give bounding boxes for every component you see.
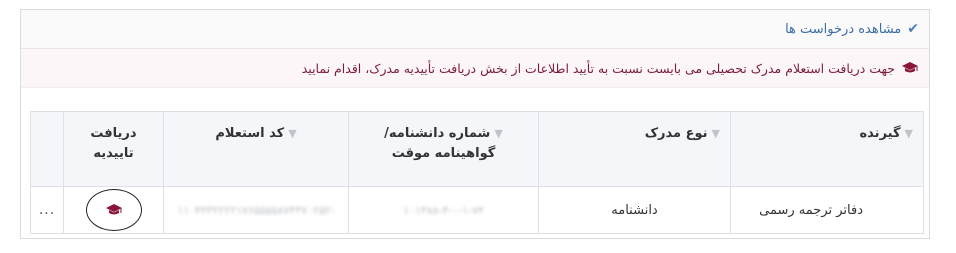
column-header-cert-number[interactable]: ▼شماره دانشنامه/گواهینامه موقت <box>348 111 539 187</box>
receive-confirmation-button[interactable] <box>85 189 142 231</box>
filter-icon[interactable]: ▼ <box>905 127 913 140</box>
column-header-confirm: دریافت تاییدیه <box>63 111 164 187</box>
requests-table: ▼گیرنده ▼نوع مدرک ▼شماره دانشنامه/گواهین… <box>30 111 924 234</box>
filter-icon[interactable]: ▼ <box>494 127 502 140</box>
panel-title: مشاهده درخواست ها <box>785 21 902 37</box>
table-header-row: ▼گیرنده ▼نوع مدرک ▼شماره دانشنامه/گواهین… <box>30 111 924 187</box>
panel-header: ✔ مشاهده درخواست ها <box>21 10 929 49</box>
cell-cert-number: ۱۰۱۳۸۸-۴-۰-۱-۷۴ <box>348 186 539 234</box>
cell-confirm <box>63 186 164 234</box>
filter-icon[interactable]: ▼ <box>712 127 720 140</box>
notice-bar: جهت دریافت استعلام مدرک تحصیلی می بایست … <box>21 49 929 88</box>
column-header-doc-type[interactable]: ▼نوع مدرک <box>538 111 731 187</box>
column-header-actions <box>30 111 64 187</box>
graduation-cap-icon <box>105 204 122 215</box>
more-options-button[interactable]: ... <box>39 202 55 218</box>
inquiry-code-value: -۱۱۰۴۳۳۲۲۲۲۱۷۶۵۵۵۵۸۷۴۳۷۰۲۵۲ <box>177 203 335 217</box>
graduation-cap-icon <box>901 61 919 75</box>
cell-doc-type: دانشنامه <box>538 186 731 234</box>
column-header-inquiry-code[interactable]: ▼کد استعلام <box>163 111 349 187</box>
requests-panel: ✔ مشاهده درخواست ها جهت دریافت استعلام م… <box>20 9 930 239</box>
cell-recipient: دفاتر ترجمه رسمی <box>730 186 924 234</box>
requests-table-wrap: ▼گیرنده ▼نوع مدرک ▼شماره دانشنامه/گواهین… <box>30 111 924 234</box>
cell-inquiry-code: -۱۱۰۴۳۳۲۲۲۲۱۷۶۵۵۵۵۸۷۴۳۷۰۲۵۲ <box>163 186 349 234</box>
cell-more: ... <box>30 186 64 234</box>
table-row: دفاتر ترجمه رسمی دانشنامه ۱۰۱۳۸۸-۴-۰-۱-۷… <box>30 186 924 234</box>
cert-number-value: ۱۰۱۳۸۸-۴-۰-۱-۷۴ <box>403 203 484 217</box>
notice-text: جهت دریافت استعلام مدرک تحصیلی می بایست … <box>301 60 895 76</box>
check-icon: ✔ <box>907 21 919 37</box>
filter-icon[interactable]: ▼ <box>288 127 296 140</box>
column-header-recipient[interactable]: ▼گیرنده <box>730 111 924 187</box>
